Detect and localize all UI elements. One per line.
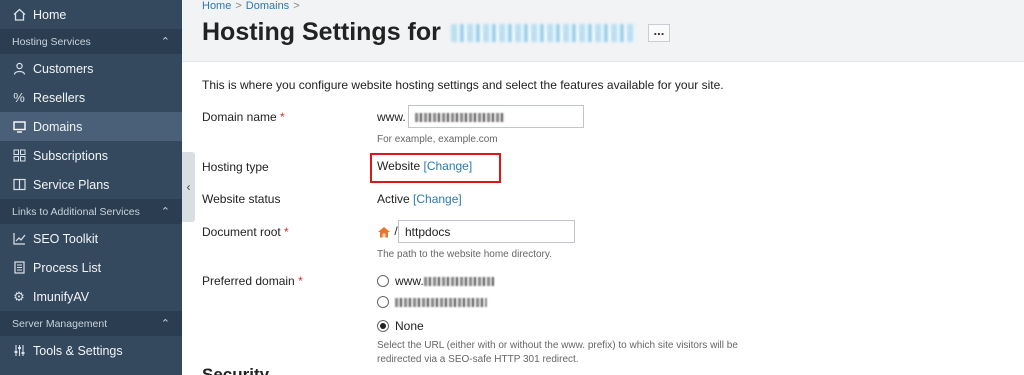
home-directory-icon: [377, 226, 391, 238]
list-icon: [12, 261, 26, 275]
section-label: Server Management: [12, 317, 108, 330]
label-text: Document root: [202, 225, 281, 239]
percent-icon: %: [13, 90, 25, 105]
label-text: Domain name: [202, 110, 277, 124]
preferred-none-radio[interactable]: None: [377, 319, 424, 333]
chevron-left-icon: ‹: [186, 180, 191, 194]
more-button[interactable]: ...: [647, 23, 670, 42]
preferred-hint-line-1: Select the URL (either with or without t…: [377, 340, 738, 351]
label-text: Preferred domain: [202, 274, 295, 288]
sidebar-item-label: Subscriptions: [33, 148, 109, 163]
sidebar-item-label: Domains: [33, 119, 83, 134]
hosting-type-label: Hosting type: [202, 160, 269, 174]
sidebar-collapse-handle[interactable]: ‹: [182, 152, 195, 222]
radio-label-prefix: www.: [395, 274, 424, 288]
sidebar-item-label: SEO Toolkit: [33, 231, 99, 246]
preferred-hint: Select the URL (either with or without t…: [377, 339, 738, 367]
sidebar-item-home[interactable]: Home: [0, 0, 182, 29]
security-heading: Security: [202, 365, 270, 375]
breadcrumb: Home > Domains >: [202, 0, 304, 12]
website-status-text: Active: [377, 192, 410, 206]
page-header: Home > Domains > Hosting Settings for ...: [182, 0, 1024, 62]
highlight-box: [370, 153, 501, 183]
required-mark: *: [298, 274, 303, 288]
breadcrumb-separator: >: [235, 0, 242, 12]
sidebar: Home Hosting Services ⌃ Customers % Rese…: [0, 0, 182, 375]
radio-circle-selected: [377, 320, 389, 332]
sidebar-item-service-plans[interactable]: Service Plans: [0, 170, 182, 199]
section-label: Hosting Services: [12, 35, 91, 48]
required-mark: *: [284, 225, 289, 239]
radio-circle: [377, 275, 389, 287]
preferred-domain-label: Preferred domain *: [202, 274, 303, 288]
change-website-status-link[interactable]: [Change]: [413, 192, 462, 206]
sidebar-item-resellers[interactable]: % Resellers: [0, 83, 182, 112]
breadcrumb-separator: >: [293, 0, 300, 12]
required-mark: *: [280, 110, 285, 124]
section-label: Links to Additional Services: [12, 205, 140, 218]
page-title-text: Hosting Settings for: [202, 18, 441, 46]
chevron-up-icon: ⌃: [160, 318, 170, 330]
grid-icon: [12, 149, 26, 163]
domain-hint: For example, example.com: [377, 134, 498, 145]
radio-circle: [377, 296, 389, 308]
website-status-label: Website status: [202, 192, 281, 206]
sidebar-item-imunifyav[interactable]: ⚙ ImunifyAV: [0, 282, 182, 311]
website-status-value: Active [Change]: [377, 192, 462, 206]
redacted-domain: [423, 276, 494, 286]
page-title: Hosting Settings for ...: [202, 18, 670, 47]
document-root-input[interactable]: httpdocs: [398, 220, 575, 243]
preferred-bare-radio[interactable]: [377, 296, 487, 308]
redacted-domain: [415, 113, 505, 123]
chart-icon: [12, 232, 26, 246]
intro-text: This is where you configure website host…: [202, 78, 724, 92]
radio-label: None: [395, 319, 424, 333]
redacted-domain: [395, 297, 487, 307]
redacted-domain: [450, 23, 636, 42]
sidebar-item-subscriptions[interactable]: Subscriptions: [0, 141, 182, 170]
sidebar-item-label: Customers: [33, 61, 94, 76]
preferred-hint-line-2: redirected via a SEO-safe HTTP 301 redir…: [377, 354, 579, 365]
user-icon: [12, 62, 26, 76]
home-icon: [12, 8, 26, 22]
book-icon: [12, 178, 26, 192]
sidebar-item-tools-settings[interactable]: Tools & Settings: [0, 336, 182, 365]
chevron-up-icon: ⌃: [160, 206, 170, 218]
sidebar-item-label: Tools & Settings: [33, 343, 123, 358]
sidebar-item-label: Service Plans: [33, 177, 110, 192]
sliders-icon: [12, 344, 26, 358]
section-server-management[interactable]: Server Management ⌃: [0, 311, 182, 336]
gear-icon: ⚙: [13, 288, 25, 304]
sidebar-item-label: Resellers: [33, 90, 86, 105]
domain-name-input[interactable]: [408, 105, 584, 128]
sidebar-item-seo-toolkit[interactable]: SEO Toolkit: [0, 224, 182, 253]
sidebar-item-process-list[interactable]: Process List: [0, 253, 182, 282]
sidebar-item-label: Home: [33, 7, 67, 22]
sidebar-item-label: ImunifyAV: [33, 289, 90, 304]
breadcrumb-home[interactable]: Home: [202, 0, 231, 12]
sidebar-item-domains[interactable]: Domains: [0, 112, 182, 141]
chevron-up-icon: ⌃: [160, 36, 170, 48]
preferred-www-radio[interactable]: www.: [377, 274, 494, 288]
sidebar-item-label: Process List: [33, 260, 102, 275]
sidebar-item-customers[interactable]: Customers: [0, 54, 182, 83]
section-hosting-services[interactable]: Hosting Services ⌃: [0, 29, 182, 54]
doc-root-hint: The path to the website home directory.: [377, 249, 552, 260]
breadcrumb-domains[interactable]: Domains: [246, 0, 289, 12]
monitor-icon: [12, 120, 26, 134]
www-prefix: www.: [377, 110, 406, 124]
doc-root-prefix: /: [377, 224, 398, 238]
document-root-label: Document root *: [202, 225, 289, 239]
domain-name-label: Domain name *: [202, 110, 285, 124]
section-links-additional[interactable]: Links to Additional Services ⌃: [0, 199, 182, 224]
